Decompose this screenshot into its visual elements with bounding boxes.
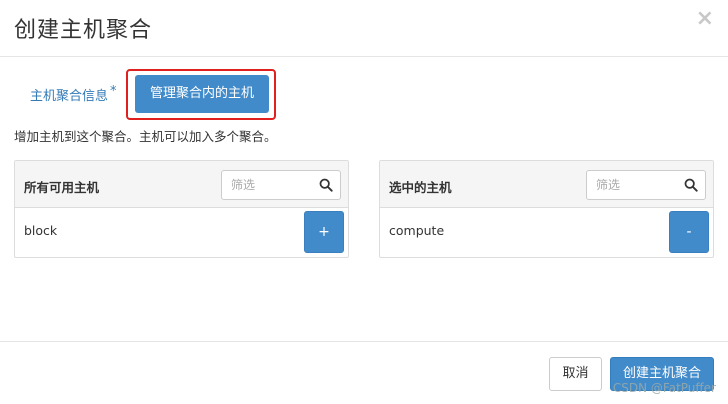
tab-host-aggregate-info[interactable]: 主机聚合信息 *	[30, 84, 117, 104]
list-item: compute -	[380, 208, 713, 258]
watermark: CSDN @FatPuffer	[612, 381, 716, 395]
search-icon[interactable]	[684, 178, 698, 192]
host-name: block	[24, 223, 58, 238]
host-name: compute	[389, 223, 445, 238]
selected-hosts-header: 选中的主机	[380, 161, 713, 208]
selected-hosts-panel: 选中的主机 compute -	[379, 160, 714, 258]
available-hosts-title: 所有可用主机	[24, 180, 100, 195]
selected-filter	[586, 170, 706, 200]
available-filter-input[interactable]	[222, 171, 314, 199]
available-hosts-panel: 所有可用主机 block +	[14, 160, 349, 258]
help-text: 增加主机到这个聚合。主机可以加入多个聚合。	[14, 129, 277, 144]
tab-info-label: 主机聚合信息	[30, 89, 109, 104]
add-host-button[interactable]: +	[304, 211, 344, 253]
dialog-tabs: 主机聚合信息 * 管理聚合内的主机	[0, 68, 728, 120]
available-filter	[221, 170, 341, 200]
required-mark: *	[110, 84, 117, 99]
selected-hosts-title: 选中的主机	[389, 180, 452, 195]
search-icon[interactable]	[319, 178, 333, 192]
list-item: block +	[15, 208, 348, 258]
cancel-button[interactable]: 取消	[549, 357, 602, 391]
available-hosts-header: 所有可用主机	[15, 161, 348, 208]
create-host-aggregate-dialog: 创建主机聚合 × 主机聚合信息 * 管理聚合内的主机 增加主机到这个聚合。主机可以…	[0, 0, 728, 404]
remove-host-button[interactable]: -	[669, 211, 709, 253]
close-icon[interactable]: ×	[696, 6, 714, 31]
dialog-title: 创建主机聚合	[14, 18, 153, 43]
dialog-header: 创建主机聚合 ×	[0, 0, 728, 57]
tab-manage-hosts[interactable]: 管理聚合内的主机	[135, 75, 269, 113]
selected-filter-input[interactable]	[587, 171, 679, 199]
